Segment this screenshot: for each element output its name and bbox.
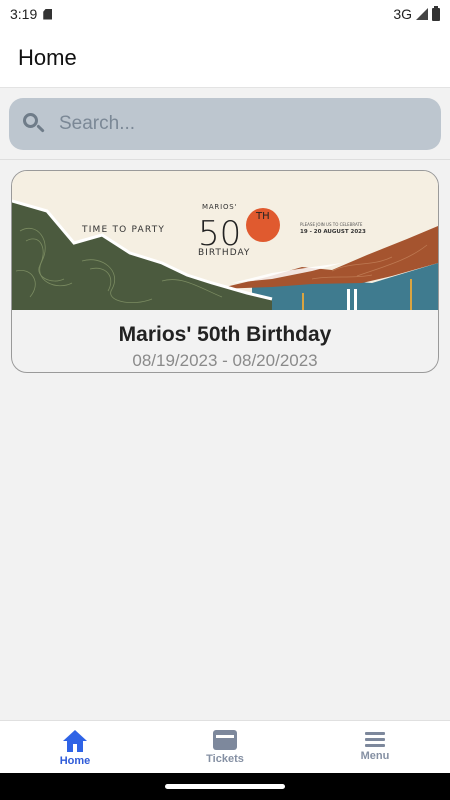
home-icon (63, 730, 87, 752)
banner-left-text: TIME TO PARTY (81, 225, 165, 235)
system-navigation-bar (0, 773, 450, 800)
status-time: 3:19 (10, 6, 38, 22)
nav-menu[interactable]: Menu (300, 721, 450, 773)
banner-date-range: 19 - 20 AUGUST 2023 (300, 229, 366, 235)
menu-icon (365, 730, 385, 747)
nav-tickets-label: Tickets (206, 753, 244, 765)
banner-name: MARIOS' (202, 203, 237, 211)
status-bar: 3:19 3G (0, 0, 450, 28)
page-title: Home (18, 44, 77, 70)
divider (0, 159, 450, 160)
status-left: 3:19 (10, 6, 53, 22)
ticket-icon (213, 730, 237, 750)
event-dates: 08/19/2023 - 08/20/2023 (132, 351, 318, 370)
gesture-handle[interactable] (165, 784, 285, 789)
status-right: 3G (393, 5, 440, 22)
nav-menu-label: Menu (360, 750, 390, 762)
event-card[interactable]: TIME TO PARTY MARIOS' 50 TH BIRTHDAY PLE… (11, 170, 439, 373)
search-bar[interactable] (9, 98, 441, 150)
battery-icon (432, 5, 440, 21)
bottom-nav: Home Tickets Menu (0, 720, 450, 773)
search-icon (21, 111, 47, 137)
event-title: Marios' 50th Birthday (118, 323, 332, 346)
signal-icon (416, 8, 428, 20)
search-input[interactable] (59, 113, 441, 135)
nav-tickets[interactable]: Tickets (150, 721, 300, 773)
banner-invite: PLEASE JOIN US TO CELEBRATE (300, 222, 363, 227)
nav-home-label: Home (59, 755, 91, 767)
nav-home[interactable]: Home (0, 721, 150, 773)
sd-card-icon (43, 8, 53, 20)
banner-subtitle: BIRTHDAY (198, 248, 250, 258)
banner-suffix: TH (255, 211, 270, 222)
app-bar: Home (0, 28, 450, 88)
network-type: 3G (393, 6, 412, 22)
event-banner-image: TIME TO PARTY MARIOS' 50 TH BIRTHDAY PLE… (12, 171, 438, 310)
